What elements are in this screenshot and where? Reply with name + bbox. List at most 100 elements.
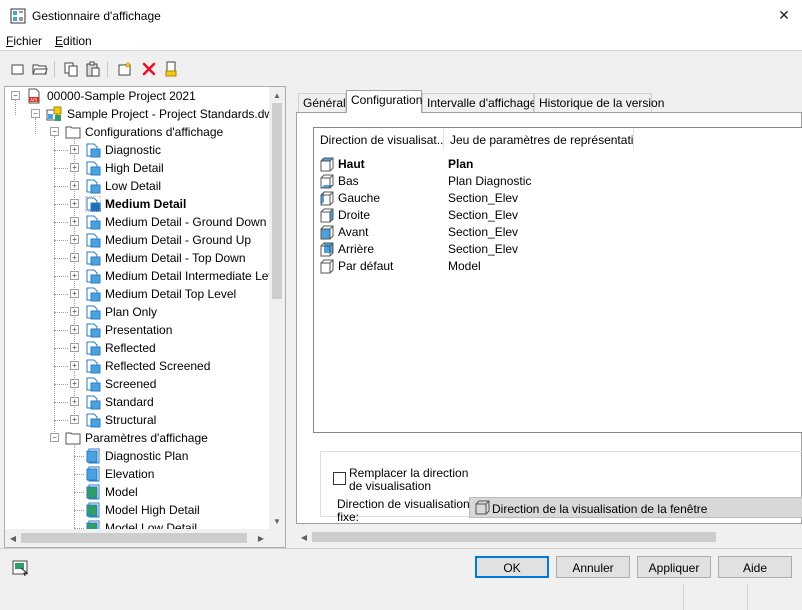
list-item[interactable]: Gauche Section_Elev bbox=[318, 190, 798, 207]
tree-item-drawing[interactable]: − Sample Project - Project Standards.dwg bbox=[5, 105, 269, 123]
apply-button[interactable]: Appliquer bbox=[637, 556, 711, 578]
scroll-down-icon[interactable]: ▼ bbox=[269, 513, 285, 529]
tree-horizontal-scrollbar[interactable]: ◀ ▶ bbox=[5, 529, 269, 547]
tree-item-config[interactable]: + Medium Detail Top Level bbox=[5, 285, 269, 303]
display-configuration-icon bbox=[84, 195, 102, 213]
tab-version-history[interactable]: Historique de la version bbox=[534, 93, 664, 112]
tree-item-label: Standard bbox=[105, 395, 154, 409]
toolbar bbox=[0, 55, 802, 83]
display-configuration-icon bbox=[85, 376, 101, 392]
tree-item-config[interactable]: + Low Detail bbox=[5, 177, 269, 195]
tree-item-label: Plan Only bbox=[105, 305, 158, 319]
tree-item-config[interactable]: + Medium Detail - Top Down bbox=[5, 249, 269, 267]
purge-icon bbox=[165, 61, 177, 77]
tree-item-display-set[interactable]: Elevation bbox=[5, 465, 269, 483]
open-button[interactable] bbox=[31, 60, 49, 78]
scroll-left-icon[interactable]: ◀ bbox=[296, 529, 312, 545]
tree-item-label: Elevation bbox=[105, 467, 155, 481]
properties-horizontal-scroll-thumb[interactable] bbox=[312, 532, 716, 542]
fixed-view-direction-select[interactable]: Direction de la visualisation de la fenê… bbox=[469, 497, 802, 518]
tree-item-config[interactable]: + Medium Detail - Ground Up bbox=[5, 231, 269, 249]
menu-edition[interactable]: Edition bbox=[55, 34, 92, 48]
help-button[interactable]: Aide bbox=[718, 556, 792, 578]
tree-item-label: Medium Detail - Top Down bbox=[105, 251, 246, 265]
tree-item-label: Reflected Screened bbox=[105, 359, 211, 373]
tree-item-label: Model Low Detail bbox=[105, 521, 198, 529]
properties-horizontal-scrollbar[interactable]: ◀ bbox=[296, 528, 802, 546]
tree-item-config[interactable]: + Diagnostic bbox=[5, 141, 269, 159]
list-item[interactable]: Arrière Section_Elev bbox=[318, 241, 798, 258]
status-bar-cell bbox=[683, 584, 684, 610]
tree-item-config[interactable]: + Structural bbox=[5, 411, 269, 429]
tree-item-root-project[interactable]: − APJ 00000-Sample Project 2021 bbox=[5, 87, 269, 105]
column-header-direction[interactable]: Direction de visualisat... bbox=[314, 128, 444, 150]
view-direction-cell: Arrière bbox=[338, 242, 375, 256]
tree-item-display-set[interactable]: Model bbox=[5, 483, 269, 501]
purge-button[interactable] bbox=[162, 60, 180, 78]
tree-item-config[interactable]: + Medium Detail bbox=[5, 195, 269, 213]
tree-item-label: High Detail bbox=[105, 161, 164, 175]
tree-item-label: Diagnostic bbox=[105, 143, 162, 157]
close-icon: ✕ bbox=[778, 7, 790, 23]
display-set-icon bbox=[85, 520, 101, 529]
tree-item-config[interactable]: + Presentation bbox=[5, 321, 269, 339]
tree-item-config[interactable]: + Medium Detail - Ground Down bbox=[5, 213, 269, 231]
display-manager-help-button[interactable] bbox=[10, 557, 32, 579]
paste-button[interactable] bbox=[84, 60, 102, 78]
tree-item-label: Low Detail bbox=[105, 179, 162, 193]
tree-item-config[interactable]: + Reflected bbox=[5, 339, 269, 357]
tree-item-config[interactable]: + Standard bbox=[5, 393, 269, 411]
scroll-left-icon[interactable]: ◀ bbox=[5, 530, 21, 546]
tree-item-config[interactable]: + Screened bbox=[5, 375, 269, 393]
tree-item-config[interactable]: + Medium Detail Intermediate Level bbox=[5, 267, 269, 285]
new-config-button[interactable] bbox=[116, 60, 134, 78]
tree-item-config[interactable]: + Plan Only bbox=[5, 303, 269, 321]
tree-item-display-set[interactable]: Model Low Detail bbox=[5, 519, 269, 529]
view-top-icon bbox=[319, 156, 335, 172]
tab-general[interactable]: Général bbox=[298, 93, 346, 112]
representation-set-cell: Plan Diagnostic bbox=[448, 174, 532, 188]
display-configuration-icon bbox=[85, 358, 101, 374]
tree-item-label: Medium Detail Intermediate Level bbox=[105, 269, 269, 283]
display-configuration-icon bbox=[85, 304, 101, 320]
tab-display-range[interactable]: Intervalle d'affichage bbox=[422, 93, 536, 112]
tree-item-parameters-folder[interactable]: − Paramètres d'affichage bbox=[5, 429, 269, 447]
representation-set-cell: Plan bbox=[448, 157, 474, 171]
tab-configuration[interactable]: Configuration bbox=[346, 90, 422, 113]
menu-fichier[interactable]: Fichier bbox=[6, 34, 42, 48]
display-configuration-icon bbox=[85, 268, 101, 284]
representation-set-cell: Section_Elev bbox=[448, 208, 519, 222]
list-item[interactable]: Haut Plan bbox=[318, 156, 798, 173]
tree-item-configurations-folder[interactable]: − Configurations d'affichage bbox=[5, 123, 269, 141]
list-item[interactable]: Par défaut Model bbox=[318, 258, 798, 275]
scroll-right-icon[interactable]: ▶ bbox=[253, 530, 269, 546]
close-button[interactable]: ✕ bbox=[766, 0, 802, 31]
list-item[interactable]: Droite Section_Elev bbox=[318, 207, 798, 224]
delete-button[interactable] bbox=[140, 60, 158, 78]
view-default-icon bbox=[319, 258, 335, 274]
new-button[interactable] bbox=[9, 60, 27, 78]
cancel-button[interactable]: Annuler bbox=[556, 556, 630, 578]
list-item[interactable]: Bas Plan Diagnostic bbox=[318, 173, 798, 190]
tree-horizontal-scroll-thumb[interactable] bbox=[21, 533, 247, 543]
tree-item-display-set[interactable]: Diagnostic Plan bbox=[5, 447, 269, 465]
menu-bar: Fichier Edition bbox=[0, 31, 802, 51]
tree-vertical-scrollbar[interactable]: ▲ ▼ bbox=[269, 87, 285, 529]
list-item[interactable]: Avant Section_Elev bbox=[318, 224, 798, 241]
ok-button[interactable]: OK bbox=[475, 556, 549, 578]
override-view-direction-checkbox[interactable] bbox=[333, 472, 346, 485]
copy-button[interactable] bbox=[62, 60, 80, 78]
view-direction-list[interactable]: Direction de visualisat... Jeu de paramè… bbox=[313, 127, 802, 433]
delete-icon bbox=[142, 62, 156, 76]
column-header-representation-set[interactable]: Jeu de paramètres de représentati... bbox=[444, 128, 634, 150]
display-configuration-icon bbox=[85, 142, 101, 158]
scroll-up-icon[interactable]: ▲ bbox=[269, 87, 285, 103]
tree-item-config[interactable]: + Reflected Screened bbox=[5, 357, 269, 375]
tree-vertical-scroll-thumb[interactable] bbox=[272, 103, 282, 299]
tree-item-config[interactable]: + High Detail bbox=[5, 159, 269, 177]
display-configuration-icon bbox=[85, 178, 101, 194]
new-config-icon bbox=[118, 61, 132, 76]
view-left-icon bbox=[319, 190, 335, 206]
display-set-icon bbox=[85, 502, 101, 518]
tree-item-display-set[interactable]: Model High Detail bbox=[5, 501, 269, 519]
